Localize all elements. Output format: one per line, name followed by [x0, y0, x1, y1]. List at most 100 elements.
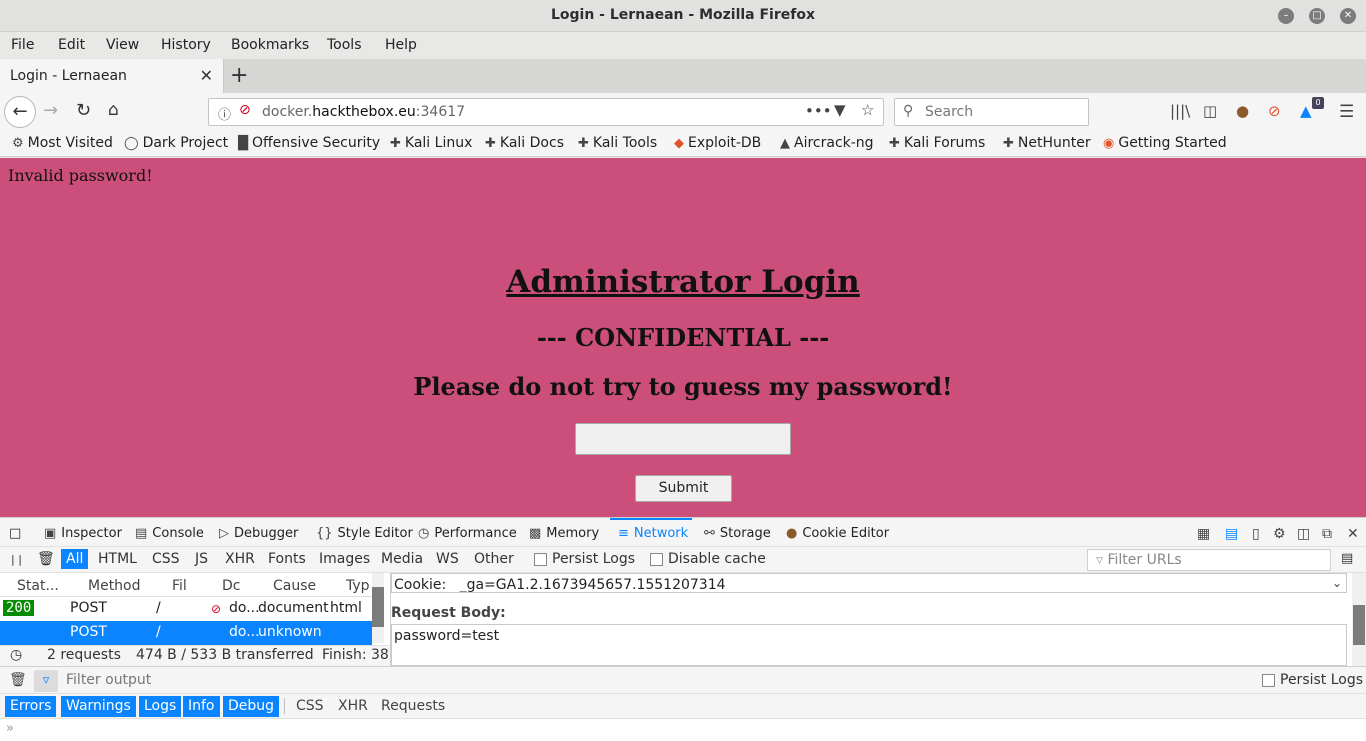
maximize-button[interactable]: □: [1309, 8, 1325, 24]
responsive-design-icon[interactable]: ▯: [1252, 526, 1260, 542]
tab-storage[interactable]: ⚯ Storage: [704, 526, 771, 541]
table-row[interactable]: POST / do... unknown: [0, 621, 372, 645]
console-persist-logs-checkbox[interactable]: [1262, 674, 1275, 687]
console-split-icon[interactable]: ▤: [1225, 526, 1238, 542]
bookmark-nethunter[interactable]: ✚ NetHunter: [1003, 135, 1091, 151]
element-picker-icon[interactable]: □: [9, 526, 21, 541]
insecure-lock-icon[interactable]: ⊘: [239, 102, 251, 118]
trash-icon[interactable]: 🗑: [37, 551, 55, 567]
home-icon[interactable]: ⌂: [108, 100, 119, 120]
level-debug[interactable]: Debug: [223, 696, 280, 717]
bookmark-offensive-security[interactable]: █ Offensive Security: [238, 135, 380, 151]
request-body-box[interactable]: password=test: [391, 624, 1347, 666]
tab-network[interactable]: ≡ Network: [618, 526, 688, 541]
menu-history[interactable]: History: [161, 37, 211, 53]
bookmark-aircrack-ng[interactable]: ▲ Aircrack-ng: [780, 135, 874, 151]
tab-inspector[interactable]: ▣ Inspector: [44, 526, 122, 541]
chevron-down-icon[interactable]: ⌄: [1332, 576, 1342, 590]
category-xhr[interactable]: XHR: [333, 696, 373, 717]
persist-logs-checkbox[interactable]: [534, 553, 547, 566]
category-requests[interactable]: Requests: [376, 696, 450, 717]
library-icon[interactable]: |||\: [1170, 102, 1190, 120]
blocker-icon[interactable]: ⊘: [1268, 102, 1281, 120]
disable-cache-checkbox[interactable]: [650, 553, 663, 566]
request-list-scrollbar[interactable]: [372, 573, 384, 643]
bookmark-most-visited[interactable]: ⚙ Most Visited: [12, 135, 113, 151]
dock-side-icon[interactable]: ◫: [1297, 526, 1310, 542]
scrollbar-thumb[interactable]: [372, 587, 384, 627]
bookmark-star-icon[interactable]: ☆: [861, 101, 874, 119]
bookmark-exploit-db[interactable]: ◆ Exploit-DB: [674, 135, 761, 151]
details-scrollbar[interactable]: [1352, 573, 1366, 666]
tab-style-editor[interactable]: {} Style Editor: [316, 526, 413, 541]
bookmark-kali-docs[interactable]: ✚ Kali Docs: [485, 135, 564, 151]
menu-tools[interactable]: Tools: [327, 37, 362, 53]
filter-xhr[interactable]: XHR: [220, 549, 260, 569]
scrollbar-thumb[interactable]: [1353, 605, 1365, 645]
filter-ws[interactable]: WS: [431, 549, 464, 569]
col-cause[interactable]: Cause: [273, 578, 316, 594]
password-field[interactable]: [575, 423, 791, 455]
filter-css[interactable]: CSS: [147, 549, 185, 569]
level-info[interactable]: Info: [183, 696, 220, 717]
raw-headers-icon[interactable]: ▤: [1341, 551, 1353, 566]
close-tab-icon[interactable]: ✕: [200, 66, 213, 85]
back-button[interactable]: ←: [4, 96, 36, 128]
search-input[interactable]: [925, 102, 1080, 122]
tab-console[interactable]: ▤ Console: [135, 526, 204, 541]
tab-cookie-editor[interactable]: ● Cookie Editor: [786, 526, 889, 541]
performance-icon[interactable]: ◷: [10, 647, 22, 663]
sidebar-icon[interactable]: ◫: [1203, 102, 1217, 120]
frames-icon[interactable]: ▦: [1197, 526, 1210, 542]
info-icon[interactable]: ⓘ: [218, 104, 231, 123]
submit-button[interactable]: Submit: [635, 475, 732, 502]
new-tab-icon[interactable]: +: [230, 63, 248, 88]
bookmark-getting-started[interactable]: ◉ Getting Started: [1103, 135, 1227, 151]
col-method[interactable]: Method: [88, 578, 141, 594]
level-warnings[interactable]: Warnings: [61, 696, 136, 717]
forward-icon[interactable]: →: [43, 100, 58, 121]
col-status[interactable]: Stat...: [17, 578, 59, 594]
filter-js[interactable]: JS: [190, 549, 213, 569]
menu-edit[interactable]: Edit: [58, 37, 85, 53]
filter-other[interactable]: Other: [469, 549, 519, 569]
cookie-icon[interactable]: ●: [1236, 102, 1249, 120]
tab-login[interactable]: Login - Lernaean ✕: [0, 59, 224, 93]
filter-images[interactable]: Images: [314, 549, 375, 569]
table-row[interactable]: 200 POST / ⊘ do... document html: [0, 597, 372, 621]
category-css[interactable]: CSS: [291, 696, 329, 717]
col-domain[interactable]: Dc: [222, 578, 240, 594]
bookmark-kali-forums[interactable]: ✚ Kali Forums: [889, 135, 985, 151]
pocket-icon[interactable]: ▼: [834, 101, 846, 119]
reload-icon[interactable]: ↻: [76, 100, 91, 121]
url-text[interactable]: docker.hackthebox.eu:34617: [262, 104, 465, 120]
bookmark-kali-tools[interactable]: ✚ Kali Tools: [578, 135, 657, 151]
close-window-button[interactable]: ✕: [1340, 8, 1356, 24]
pause-icon[interactable]: | |: [11, 553, 22, 566]
menu-bookmarks[interactable]: Bookmarks: [231, 37, 309, 53]
request-headers-box[interactable]: Cookie: _ga=GA1.2.1673945657.1551207314 …: [391, 573, 1347, 593]
col-type[interactable]: Typ: [346, 578, 370, 594]
bookmark-dark-project[interactable]: ◯ Dark Project: [124, 135, 228, 151]
filter-all[interactable]: All: [61, 549, 89, 569]
page-actions-icon[interactable]: •••: [805, 102, 832, 120]
col-file[interactable]: Fil: [172, 578, 187, 594]
clear-console-icon[interactable]: 🗑: [9, 672, 27, 688]
menu-help[interactable]: Help: [385, 37, 417, 53]
hamburger-menu-icon[interactable]: ☰: [1339, 102, 1354, 122]
tab-performance[interactable]: ◷ Performance: [418, 526, 517, 541]
close-devtools-icon[interactable]: ✕: [1347, 526, 1359, 542]
console-input[interactable]: »: [0, 719, 1366, 741]
search-bar[interactable]: ⚲: [894, 98, 1089, 126]
level-errors[interactable]: Errors: [5, 696, 57, 717]
url-bar[interactable]: ⓘ ⊘ docker.hackthebox.eu:34617 ••• ▼ ☆: [208, 98, 884, 126]
tab-memory[interactable]: ▩ Memory: [529, 526, 599, 541]
menu-file[interactable]: File: [11, 37, 34, 53]
bookmark-kali-linux[interactable]: ✚ Kali Linux: [390, 135, 472, 151]
filter-urls-input[interactable]: ▿ Filter URLs: [1087, 549, 1331, 571]
filter-media[interactable]: Media: [376, 549, 428, 569]
filter-toggle-icon[interactable]: ▿: [34, 670, 58, 692]
level-logs[interactable]: Logs: [139, 696, 182, 717]
filter-fonts[interactable]: Fonts: [263, 549, 311, 569]
menu-view[interactable]: View: [106, 37, 139, 53]
